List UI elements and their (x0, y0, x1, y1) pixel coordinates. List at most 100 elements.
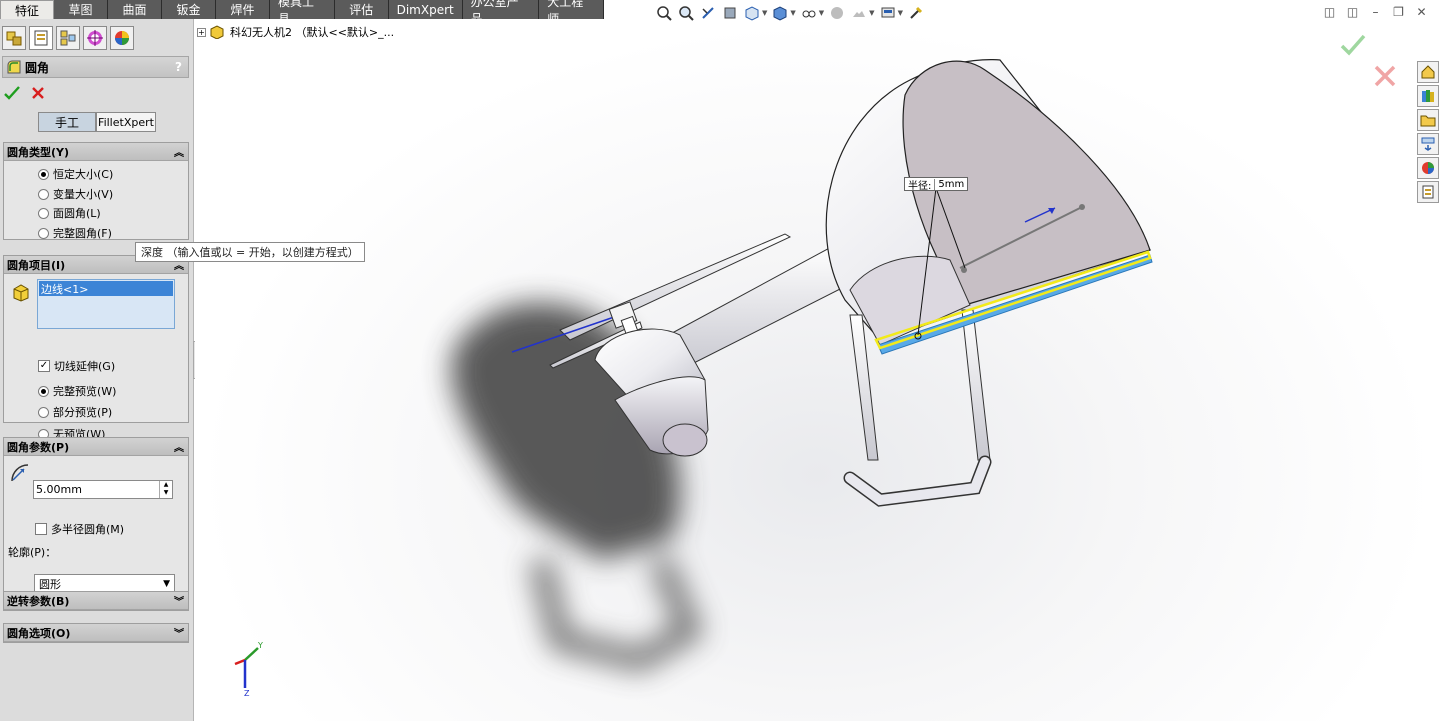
checkbox-label: 多半径圆角(M) (51, 523, 125, 536)
tab-dimxpert[interactable]: DimXpert (389, 0, 463, 19)
display-manager-tab[interactable] (110, 26, 134, 50)
tab-mold-tools[interactable]: 模具工具 (270, 0, 335, 26)
restore-button[interactable]: ❐ (1391, 6, 1406, 19)
dropdown-arrow-icon[interactable]: ▼ (762, 9, 767, 17)
radio-button-selected[interactable] (38, 385, 49, 397)
profile-label: 轮廓(P)： (8, 546, 57, 559)
radio-button[interactable] (38, 406, 49, 418)
command-manager-tabs: 特征 草图 曲面 钣金 焊件 模具工具 评估 DimXpert 办公室产品 大工… (0, 0, 604, 26)
home-icon[interactable] (1417, 61, 1439, 83)
zoom-to-area-icon[interactable] (677, 4, 695, 22)
expand-tree-icon[interactable]: + (197, 27, 206, 37)
view-palette-icon[interactable] (1417, 133, 1439, 155)
radius-spinner[interactable]: ▲ ▼ (159, 481, 172, 498)
radio-constant-size[interactable]: 恒定大小(C) (38, 166, 113, 182)
tab-big-engineer[interactable]: 大工程师 (539, 0, 604, 26)
tile-left-icon[interactable]: ◫ (1322, 6, 1337, 19)
fillet-parameters-header-label: 圆角参数(P) (7, 440, 70, 454)
previous-view-icon[interactable] (699, 4, 717, 22)
property-manager-title: 圆角 ? (2, 56, 189, 78)
expand-chevron-icon[interactable]: ︾ (174, 593, 184, 608)
view-orientation-icon[interactable] (743, 4, 761, 22)
configuration-manager-tab[interactable] (56, 26, 80, 50)
setback-header-label: 逆转参数(B) (7, 594, 70, 608)
property-sheet-icon (34, 30, 48, 46)
confirm-corner-cancel-button[interactable] (1373, 64, 1397, 91)
custom-properties-icon[interactable] (1417, 181, 1439, 203)
dimxpert-target-icon (87, 30, 103, 46)
radius-callout[interactable]: 半径: 5mm (904, 177, 969, 192)
tab-sheet-metal[interactable]: 钣金 (162, 0, 216, 19)
setback-parameters-header[interactable]: 逆转参数(B) ︾ (4, 592, 188, 610)
graphics-viewport[interactable] (195, 19, 1439, 721)
feature-manager-tab[interactable] (2, 26, 26, 50)
radio-full-preview[interactable]: 完整预览(W) (38, 383, 116, 399)
property-manager-tab[interactable] (29, 26, 53, 50)
edit-appearance-icon[interactable] (828, 4, 846, 22)
part-icon (210, 25, 224, 39)
file-explorer-icon[interactable] (1417, 109, 1439, 131)
zoom-to-fit-icon[interactable] (655, 4, 673, 22)
fillet-type-header[interactable]: 圆角类型(Y) ︽ (4, 143, 188, 161)
display-style-icon[interactable] (771, 4, 789, 22)
configuration-icon (60, 30, 76, 46)
radio-button-selected[interactable] (38, 168, 49, 180)
radio-button[interactable] (38, 188, 49, 200)
radius-input[interactable]: 5.00mm ▲ ▼ (33, 480, 173, 499)
tangent-propagation-checkbox[interactable]: ✓ (38, 360, 50, 372)
radio-button[interactable] (38, 207, 49, 219)
dropdown-arrow-icon: ▼ (163, 579, 170, 589)
expand-chevron-icon[interactable]: ︾ (174, 625, 184, 640)
ok-button[interactable] (4, 85, 20, 101)
dimxpert-manager-tab[interactable] (83, 26, 107, 50)
help-button[interactable]: ? (175, 60, 182, 74)
tab-surfaces[interactable]: 曲面 (108, 0, 162, 19)
radio-variable-size[interactable]: 变量大小(V) (38, 186, 113, 202)
color-wheel-icon (115, 31, 129, 45)
tab-features[interactable]: 特征 (0, 0, 54, 19)
close-button[interactable]: ✕ (1414, 6, 1429, 19)
multi-radius-checkbox[interactable] (35, 523, 47, 535)
apply-scene-icon[interactable] (850, 4, 868, 22)
tab-weldments[interactable]: 焊件 (216, 0, 270, 19)
dropdown-arrow-icon[interactable]: ▼ (790, 9, 795, 17)
dropdown-arrow-icon[interactable]: ▼ (819, 9, 824, 17)
fillet-options-header[interactable]: 圆角选项(O) ︾ (4, 624, 188, 642)
hide-show-items-icon[interactable] (800, 4, 818, 22)
radio-face-fillet[interactable]: 面圆角(L) (38, 205, 101, 221)
fillet-parameters-header[interactable]: 圆角参数(P) ︽ (4, 438, 188, 456)
realview-graphics-icon[interactable] (907, 4, 925, 22)
radio-label: 完整圆角(F) (53, 227, 112, 240)
radius-icon (11, 464, 29, 482)
cancel-button[interactable] (30, 85, 46, 101)
radio-full-round-fillet[interactable]: 完整圆角(F) (38, 225, 112, 241)
setback-parameters-group: 逆转参数(B) ︾ (3, 591, 189, 611)
flyout-tree-root[interactable]: + 科幻无人机2 （默认<<默认>_... (197, 24, 394, 40)
section-view-icon[interactable] (721, 4, 739, 22)
collapse-chevron-icon[interactable]: ︽ (174, 439, 184, 454)
view-settings-icon[interactable] (879, 4, 897, 22)
collapse-chevron-icon[interactable]: ︽ (174, 144, 184, 159)
filletxpert-mode-button[interactable]: FilletXpert (96, 112, 156, 132)
fillet-type-header-label: 圆角类型(Y) (7, 145, 70, 159)
design-library-icon[interactable] (1417, 85, 1439, 107)
heads-up-view-toolbar: ▼ ▼ ▼ ▼ ▼ (655, 4, 925, 22)
edge-selection-list[interactable]: 边线<1> (37, 279, 175, 329)
tab-sketch[interactable]: 草图 (54, 0, 108, 19)
tab-office-products[interactable]: 办公室产品 (463, 0, 540, 26)
selected-edge-item[interactable]: 边线<1> (39, 281, 173, 296)
callout-value[interactable]: 5mm (934, 178, 968, 190)
tab-evaluate[interactable]: 评估 (335, 0, 389, 19)
dropdown-arrow-icon[interactable]: ▼ (869, 9, 874, 17)
dropdown-arrow-icon[interactable]: ▼ (898, 9, 903, 17)
tangent-propagation-checkbox-row[interactable]: ✓ 切线延伸(G) (38, 358, 115, 374)
minimize-button[interactable]: – (1368, 6, 1383, 19)
confirm-corner-ok-button[interactable] (1340, 33, 1366, 60)
close-icon (32, 87, 44, 99)
appearances-icon[interactable] (1417, 157, 1439, 179)
tile-right-icon[interactable]: ◫ (1345, 6, 1360, 19)
radio-button[interactable] (38, 227, 49, 239)
radio-partial-preview[interactable]: 部分预览(P) (38, 404, 112, 420)
multi-radius-checkbox-row[interactable]: 多半径圆角(M) (35, 521, 124, 537)
manual-mode-button[interactable]: 手工 (38, 112, 96, 132)
